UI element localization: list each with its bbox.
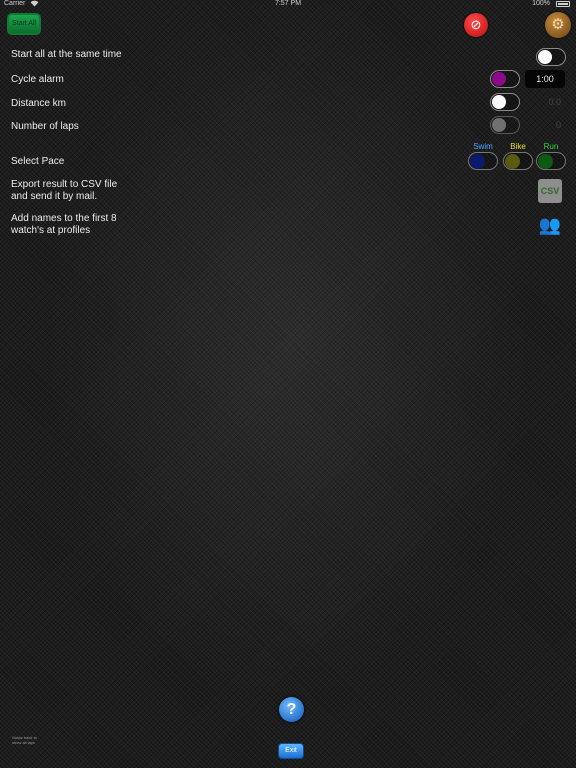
battery-percent: 100% — [532, 0, 550, 7]
pace-swim-label: Swim — [473, 142, 493, 151]
toggle-knob — [538, 50, 552, 64]
toggle-knob — [492, 95, 506, 109]
toggle-knob — [538, 154, 553, 169]
cycle-alarm-value[interactable]: 1:00 — [525, 70, 565, 88]
swipe-hint-line2: show all laps — [12, 740, 35, 745]
exit-button[interactable]: Exit — [278, 743, 304, 759]
profiles-people-icon[interactable]: 👥 — [537, 213, 563, 237]
laps-value[interactable]: 0 — [521, 120, 561, 130]
status-time: 7:57 PM — [274, 0, 302, 7]
pace-swim-toggle[interactable] — [468, 152, 498, 170]
export-label-line2: and send it by mail. — [11, 191, 98, 202]
battery-icon — [556, 1, 570, 7]
laps-toggle[interactable] — [490, 116, 520, 134]
settings-gear-icon[interactable]: ⚙ — [545, 12, 571, 38]
status-bar: Carrier 7:57 PM 100% — [0, 0, 576, 9]
names-label-line2: watch's at profiles — [11, 225, 91, 236]
cycle-alarm-toggle[interactable] — [490, 70, 520, 88]
pace-bike-label: Bike — [510, 142, 526, 151]
names-label: Add names to the first 8 watch's at prof… — [11, 213, 117, 237]
start-same-time-toggle[interactable] — [536, 48, 566, 66]
help-icon[interactable]: ? — [279, 697, 304, 722]
start-same-time-label: Start all at the same time — [11, 49, 122, 60]
toggle-knob — [492, 118, 506, 132]
toggle-knob — [470, 154, 485, 169]
swipe-hint: Swipe back to show all laps — [12, 735, 52, 745]
distance-label: Distance km — [11, 98, 67, 109]
pace-bike-toggle[interactable] — [503, 152, 533, 170]
select-pace-label: Select Pace — [11, 156, 65, 167]
stop-icon[interactable]: ⊘ — [464, 13, 488, 37]
toggle-knob — [505, 154, 520, 169]
pace-run-toggle[interactable] — [536, 152, 566, 170]
cycle-alarm-label: Cycle alarm — [11, 74, 64, 85]
distance-toggle[interactable] — [490, 93, 520, 111]
start-all-button[interactable]: Start All — [7, 13, 41, 35]
laps-label: Number of laps — [11, 121, 79, 132]
distance-value[interactable]: 0.0 — [521, 97, 561, 107]
pace-run-label: Run — [543, 142, 559, 151]
export-label: Export result to CSV file and send it by… — [11, 179, 117, 203]
export-label-line1: Export result to CSV file — [11, 179, 118, 190]
names-label-line1: Add names to the first 8 — [11, 213, 117, 224]
csv-export-icon[interactable]: CSV — [538, 179, 562, 203]
toggle-knob — [492, 72, 506, 86]
